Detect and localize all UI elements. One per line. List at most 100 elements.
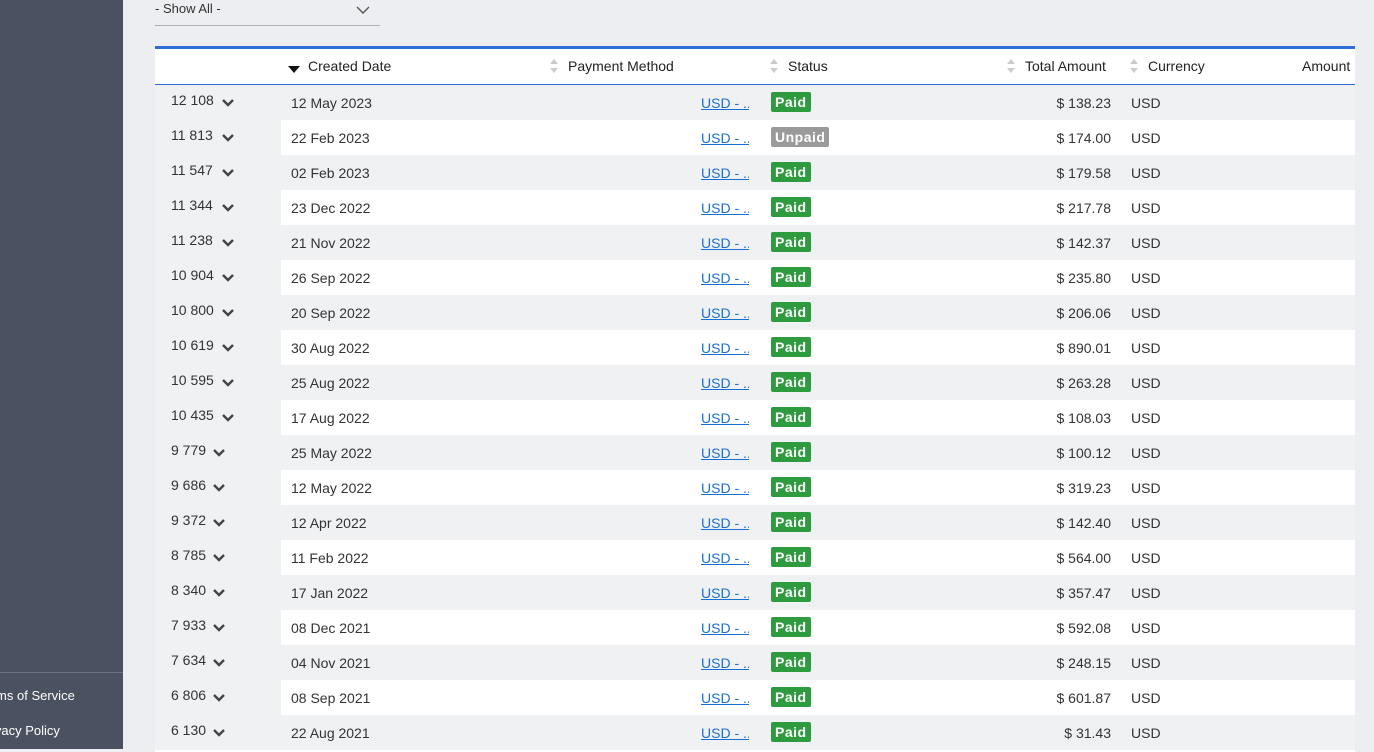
chevron-down-icon[interactable] [221, 200, 235, 216]
table-row[interactable]: 12 108 12 May 2023 USD - ... Paid $ 138.23 US… [155, 85, 1355, 120]
column-amount[interactable]: Amount [1302, 58, 1350, 74]
table-row[interactable]: 9 779 25 May 2022 USD - ... Paid $ 100.12 USD [155, 435, 1355, 470]
chevron-down-icon[interactable] [212, 550, 226, 566]
payment-method-link[interactable]: USD - ... [701, 480, 749, 496]
chevron-down-icon[interactable] [221, 305, 235, 321]
chevron-down-icon[interactable] [221, 130, 235, 146]
payment-method-link[interactable]: USD - ... [701, 375, 749, 391]
invoice-id: 6 806 [171, 687, 207, 703]
table-row[interactable]: 11 813 22 Feb 2023 USD - ... Unpaid $ 174.00… [155, 120, 1355, 155]
sort-icon[interactable] [1129, 58, 1139, 79]
total-amount: $ 138.23 [1056, 95, 1112, 111]
table-row[interactable]: 6 130 22 Aug 2021 USD - ... Paid $ 31.43 USD [155, 715, 1355, 750]
sort-desc-icon[interactable] [288, 62, 300, 80]
created-date: 30 Aug 2022 [291, 340, 370, 356]
chevron-down-icon[interactable] [221, 270, 235, 286]
payment-method-link[interactable]: USD - ... [701, 130, 749, 146]
table-row[interactable]: 11 238 21 Nov 2022 USD - ... Paid $ 142.37 US… [155, 225, 1355, 260]
table-row[interactable]: 6 806 08 Sep 2021 USD - ... Paid $ 601.87 USD [155, 680, 1355, 715]
created-date: 12 May 2022 [291, 480, 372, 496]
table-row[interactable]: 8 340 17 Jan 2022 USD - ... Paid $ 357.47 USD [155, 575, 1355, 610]
table-row[interactable]: 9 686 12 May 2022 USD - ... Paid $ 319.23 USD [155, 470, 1355, 505]
id-cell: 11 813 [155, 120, 281, 155]
transactions-table: Created Date Payment Method Status Total… [155, 46, 1355, 752]
column-total-amount[interactable]: Total Amount [1025, 58, 1106, 74]
table-row[interactable]: 10 435 17 Aug 2022 USD - ... Paid $ 108.03 US… [155, 400, 1355, 435]
terms-of-service-link[interactable]: Terms of Service [0, 688, 75, 703]
column-payment-method[interactable]: Payment Method [568, 58, 674, 74]
payment-method-link[interactable]: USD - ... [701, 515, 749, 531]
status-badge: Paid [771, 442, 811, 462]
status-badge: Paid [771, 162, 811, 182]
sort-icon[interactable] [769, 58, 779, 79]
status-badge: Paid [771, 547, 811, 567]
payment-method-link[interactable]: USD - ... [701, 690, 749, 706]
status-badge: Paid [771, 407, 811, 427]
table-row[interactable]: 10 619 30 Aug 2022 USD - ... Paid $ 890.01 US… [155, 330, 1355, 365]
table-row[interactable]: 10 904 26 Sep 2022 USD - ... Paid $ 235.80 US… [155, 260, 1355, 295]
total-amount: $ 217.78 [1056, 200, 1112, 216]
privacy-policy-link[interactable]: Privacy Policy [0, 723, 60, 738]
chevron-down-icon[interactable] [221, 410, 235, 426]
table-row[interactable]: 9 372 12 Apr 2022 USD - ... Paid $ 142.40 USD [155, 505, 1355, 540]
table-row[interactable]: 8 785 11 Feb 2022 USD - ... Paid $ 564.00 USD [155, 540, 1355, 575]
column-status[interactable]: Status [788, 58, 828, 74]
status-badge: Paid [771, 512, 811, 532]
table-body: 12 108 12 May 2023 USD - ... Paid $ 138.23 US… [155, 85, 1355, 750]
currency: USD [1131, 620, 1161, 636]
payment-method-link[interactable]: USD - ... [701, 95, 749, 111]
id-cell: 7 634 [155, 645, 281, 680]
payment-method-link[interactable]: USD - ... [701, 725, 749, 741]
id-cell: 10 800 [155, 295, 281, 330]
created-date: 23 Dec 2022 [291, 200, 371, 216]
payment-method-link[interactable]: USD - ... [701, 305, 749, 321]
table-row[interactable]: 7 634 04 Nov 2021 USD - ... Paid $ 248.15 USD [155, 645, 1355, 680]
show-filter-select[interactable]: - Show All - [155, 0, 380, 26]
table-row[interactable]: 7 933 08 Dec 2021 USD - ... Paid $ 592.08 USD [155, 610, 1355, 645]
payment-method-link[interactable]: USD - ... [701, 655, 749, 671]
payment-method-link[interactable]: USD - ... [701, 620, 749, 636]
column-currency[interactable]: Currency [1148, 58, 1205, 74]
chevron-down-icon[interactable] [212, 480, 226, 496]
payment-method-link[interactable]: USD - ... [701, 550, 749, 566]
status-badge: Paid [771, 197, 811, 217]
invoice-id: 10 435 [171, 407, 214, 423]
payment-method-link[interactable]: USD - ... [701, 410, 749, 426]
id-cell: 8 340 [155, 575, 281, 610]
table-row[interactable]: 11 344 23 Dec 2022 USD - ... Paid $ 217.78 US… [155, 190, 1355, 225]
chevron-down-icon[interactable] [221, 235, 235, 251]
payment-method-link[interactable]: USD - ... [701, 165, 749, 181]
column-created-date[interactable]: Created Date [308, 58, 391, 74]
invoice-id: 9 779 [171, 442, 207, 458]
chevron-down-icon[interactable] [212, 515, 226, 531]
total-amount: $ 592.08 [1056, 620, 1112, 636]
chevron-down-icon[interactable] [212, 690, 226, 706]
status-badge: Paid [771, 652, 811, 672]
sort-icon[interactable] [1006, 58, 1016, 79]
chevron-down-icon[interactable] [212, 725, 226, 741]
chevron-down-icon[interactable] [221, 165, 235, 181]
payment-method-link[interactable]: USD - ... [701, 235, 749, 251]
chevron-down-icon[interactable] [221, 340, 235, 356]
sort-icon[interactable] [549, 58, 559, 79]
invoice-id: 9 686 [171, 477, 207, 493]
chevron-down-icon[interactable] [221, 95, 235, 111]
created-date: 25 May 2022 [291, 445, 372, 461]
payment-method-link[interactable]: USD - ... [701, 270, 749, 286]
payment-method-link[interactable]: USD - ... [701, 585, 749, 601]
invoice-id: 7 933 [171, 617, 207, 633]
chevron-down-icon[interactable] [212, 655, 226, 671]
table-row[interactable]: 10 595 25 Aug 2022 USD - ... Paid $ 263.28 US… [155, 365, 1355, 400]
table-row[interactable]: 11 547 02 Feb 2023 USD - ... Paid $ 179.58 US… [155, 155, 1355, 190]
payment-method-link[interactable]: USD - ... [701, 200, 749, 216]
chevron-down-icon[interactable] [212, 585, 226, 601]
table-row[interactable]: 10 800 20 Sep 2022 USD - ... Paid $ 206.06 US… [155, 295, 1355, 330]
invoice-id: 11 547 [171, 162, 213, 178]
chevron-down-icon[interactable] [221, 375, 235, 391]
chevron-down-icon[interactable] [212, 445, 226, 461]
payment-method-link[interactable]: USD - ... [701, 445, 749, 461]
chevron-down-icon[interactable] [212, 620, 226, 636]
created-date: 11 Feb 2022 [291, 550, 369, 566]
payment-method-link[interactable]: USD - ... [701, 340, 749, 356]
total-amount: $ 206.06 [1056, 305, 1112, 321]
